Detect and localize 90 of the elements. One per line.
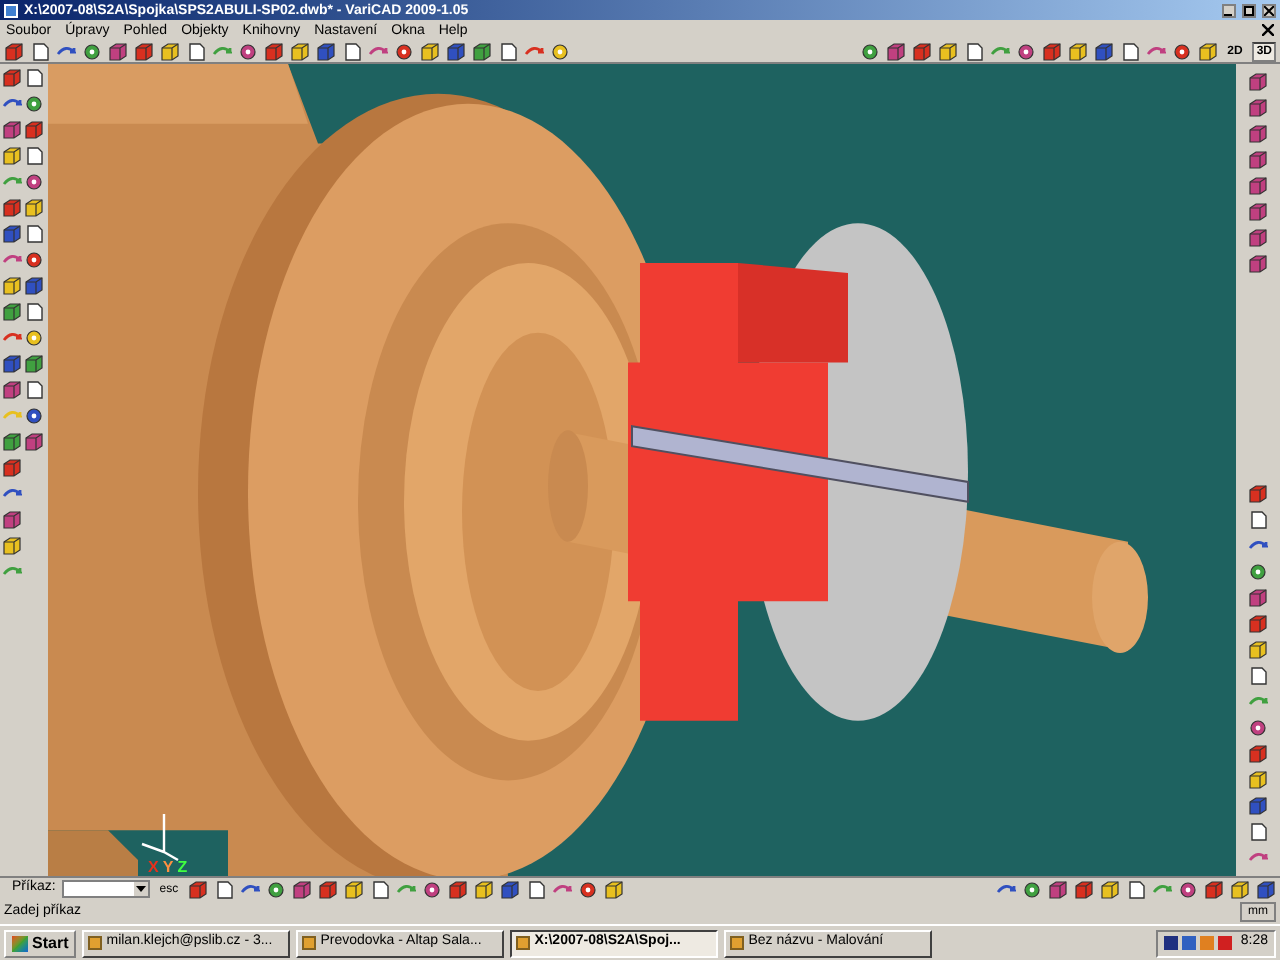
cube-icon[interactable] (2, 198, 22, 218)
command-field[interactable] (61, 880, 150, 898)
cube-icon[interactable] (937, 41, 958, 61)
cube-icon[interactable] (448, 879, 469, 899)
cube-icon[interactable] (1197, 41, 1218, 61)
cube-icon[interactable] (1248, 72, 1268, 92)
cube-icon[interactable] (1248, 202, 1268, 222)
page-icon[interactable] (24, 146, 44, 166)
app-icon (4, 3, 18, 17)
page-icon[interactable] (24, 302, 44, 322)
cube-icon[interactable] (1248, 98, 1268, 118)
block-drawing (48, 830, 138, 876)
window-icon (516, 936, 531, 950)
caret-icon[interactable] (133, 882, 148, 896)
page-icon[interactable] (24, 224, 44, 244)
cube-icon[interactable] (1041, 41, 1062, 61)
cube-icon[interactable] (420, 41, 440, 61)
cube-icon[interactable] (290, 41, 310, 61)
cube-icon[interactable] (160, 41, 180, 61)
cube-icon[interactable] (446, 41, 466, 61)
cube-icon[interactable] (2, 120, 22, 140)
start-button[interactable]: Start (4, 929, 77, 957)
cube-icon[interactable] (2, 224, 22, 244)
cube-icon[interactable] (472, 41, 492, 61)
cube-icon[interactable] (1074, 879, 1094, 899)
cube-icon[interactable] (24, 354, 44, 374)
cube-icon[interactable] (344, 879, 365, 899)
maximize-icon[interactable] (1242, 3, 1256, 17)
axis-triad-icon (140, 812, 180, 864)
cube-icon[interactable] (318, 879, 339, 899)
cube-icon[interactable] (2, 276, 22, 296)
cube-icon[interactable] (2, 432, 22, 452)
page-icon[interactable] (1248, 822, 1268, 842)
cube-icon[interactable] (1100, 879, 1120, 899)
cube-icon[interactable] (2, 354, 22, 374)
cube-icon[interactable] (604, 879, 625, 899)
minimize-icon[interactable] (1222, 3, 1236, 17)
cube-icon[interactable] (2, 536, 22, 556)
close-icon[interactable] (1262, 3, 1276, 17)
cube-icon[interactable] (24, 432, 44, 452)
cube-icon[interactable] (474, 879, 495, 899)
cube-icon[interactable] (1204, 879, 1224, 899)
cube-icon[interactable] (1248, 124, 1268, 144)
cube-icon[interactable] (1230, 879, 1250, 899)
cube-icon[interactable] (264, 41, 284, 61)
cube-icon[interactable] (1248, 588, 1268, 608)
viewport-background[interactable]: X Y Z (48, 64, 1236, 876)
cube-icon[interactable] (1093, 41, 1114, 61)
cube-icon[interactable] (4, 41, 24, 61)
cube-icon[interactable] (1048, 879, 1068, 899)
cube-icon[interactable] (1248, 228, 1268, 248)
cube-icon[interactable] (911, 41, 932, 61)
cube-icon[interactable] (1248, 796, 1268, 816)
cube-icon[interactable] (1248, 614, 1268, 634)
window-icon (302, 936, 317, 950)
page-icon[interactable] (1248, 510, 1268, 530)
close-icon[interactable] (1262, 24, 1274, 36)
cube-icon[interactable] (2, 380, 22, 400)
cube-icon[interactable] (1248, 770, 1268, 790)
cube-icon[interactable] (1256, 879, 1276, 899)
cube-icon[interactable] (2, 68, 22, 88)
cube-icon[interactable] (500, 879, 521, 899)
page-icon[interactable] (1248, 666, 1268, 686)
cube-icon[interactable] (1067, 41, 1088, 61)
cube-icon[interactable] (1248, 254, 1268, 274)
cube-icon[interactable] (1248, 640, 1268, 660)
cube-icon[interactable] (1248, 484, 1268, 504)
cube-icon[interactable] (108, 41, 128, 61)
cube-icon[interactable] (188, 879, 209, 899)
cube-icon[interactable] (1248, 176, 1268, 196)
cube-icon[interactable] (292, 879, 313, 899)
cube-icon[interactable] (1248, 150, 1268, 170)
axis-label: X (148, 860, 159, 876)
cube-icon[interactable] (2, 302, 22, 322)
axis-label: Y (162, 860, 174, 876)
cube-icon[interactable] (1248, 744, 1268, 764)
cube-icon[interactable] (24, 198, 44, 218)
window-icon (730, 936, 745, 950)
page-icon[interactable] (24, 380, 44, 400)
cube-icon[interactable] (2, 510, 22, 530)
cube-icon[interactable] (24, 276, 44, 296)
windows-logo-icon (12, 935, 28, 951)
window-icon (88, 936, 103, 950)
cube-icon[interactable] (885, 41, 906, 61)
cube-icon[interactable] (134, 41, 154, 61)
cube-icon[interactable] (2, 146, 22, 166)
axis-label: Z (177, 860, 188, 876)
cube-icon[interactable] (2, 458, 22, 478)
cube-icon[interactable] (24, 120, 44, 140)
cube-icon[interactable] (316, 41, 336, 61)
